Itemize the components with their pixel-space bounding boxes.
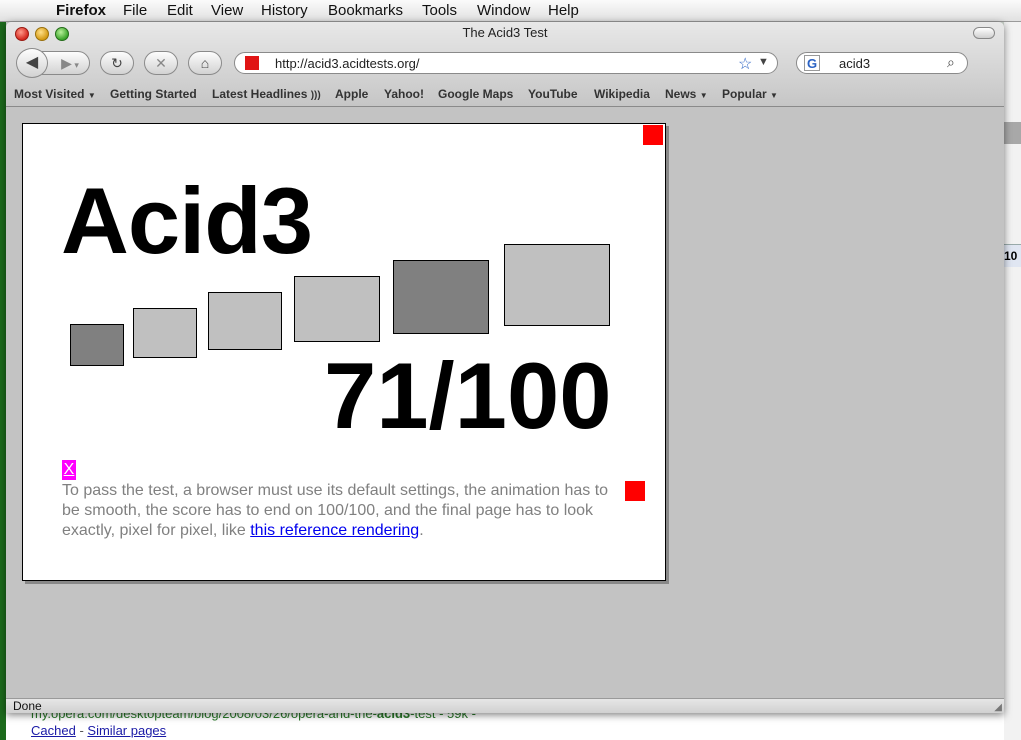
site-favicon-icon [245,56,259,70]
resize-grip-icon[interactable]: ◢ [994,702,1002,713]
chevron-down-icon: ▼ [87,91,96,100]
url-bar[interactable]: http://acid3.acidtests.org/ ☆ ▼ [234,52,778,74]
bookmark-google-maps[interactable]: Google Maps [438,87,513,101]
chevron-down-icon: ▼ [699,91,708,100]
x-link[interactable]: X [62,460,76,480]
bookmark-latest-headlines[interactable]: Latest Headlines ))) [212,87,321,101]
bookmark-most-visited-label: Most Visited [14,87,85,101]
bookmark-getting-started[interactable]: Getting Started [110,87,197,101]
bookmark-popular[interactable]: Popular ▼ [722,87,778,101]
back-icon: ◀ [25,54,39,71]
menu-view[interactable]: View [211,2,243,19]
link-separator: - [79,723,84,738]
window-title: The Acid3 Test [462,25,548,40]
page-content: Acid3 71/100 X To pass the test, a brows… [6,107,1004,698]
toolbar-toggle-button[interactable] [973,27,995,39]
bookmark-youtube[interactable]: YouTube [528,87,578,101]
reload-icon: ↻ [111,55,123,71]
instructions-text: To pass the test, a browser must use its… [62,481,622,541]
bucket-1 [70,324,124,366]
background-result-links: Cached - Similar pages [31,723,166,738]
bucket-3 [208,292,282,350]
forward-button[interactable]: ▶ ▾ [42,51,90,75]
reference-rendering-link[interactable]: this reference rendering [250,522,419,539]
bookmark-most-visited[interactable]: Most Visited ▼ [14,87,96,101]
bucket-5 [393,260,489,334]
search-icon[interactable]: ⌕ [947,54,955,71]
bucket-2 [133,308,197,358]
bookmarks-toolbar: Most Visited ▼ Getting Started Latest He… [6,83,1004,105]
cached-link[interactable]: Cached [31,723,76,738]
menu-window[interactable]: Window [477,2,530,19]
bucket-4 [294,276,380,342]
search-engine-icon[interactable]: G [804,55,820,71]
bookmark-news-label: News [665,87,697,101]
menu-file[interactable]: File [123,2,147,19]
browser-toolbar: The Acid3 Test ▶ ▾ ◀ ↻ ✕ ⌂ http://acid3.… [6,22,1004,107]
bookmark-news[interactable]: News ▼ [665,87,708,101]
similar-pages-link[interactable]: Similar pages [87,723,166,738]
instructions-period: . [419,522,424,539]
menu-history[interactable]: History [261,2,308,19]
rss-feed-icon: ))) [310,90,321,101]
bookmark-apple[interactable]: Apple [335,87,368,101]
reload-button[interactable]: ↻ [100,51,134,75]
search-bar[interactable]: G acid3 ⌕ [796,52,968,74]
red-marker-top-right [643,125,663,145]
back-button[interactable]: ◀ [16,48,48,78]
menu-firefox[interactable]: Firefox [56,2,106,19]
chevron-down-icon: ▼ [770,91,778,100]
mac-menubar: Firefox File Edit View History Bookmarks… [0,0,1021,22]
background-page-number: 10 [1004,244,1021,267]
bookmark-yahoo[interactable]: Yahoo! [384,87,424,101]
menu-bookmarks[interactable]: Bookmarks [328,2,403,19]
status-bar: Done ◢ [6,698,1004,713]
menu-edit[interactable]: Edit [167,2,193,19]
url-text[interactable]: http://acid3.acidtests.org/ [275,56,420,71]
browser-window: The Acid3 Test ▶ ▾ ◀ ↻ ✕ ⌂ http://acid3.… [6,22,1004,713]
background-page-stripe [1004,122,1021,144]
bookmark-wikipedia[interactable]: Wikipedia [594,87,650,101]
score-text: 71/100 [324,343,612,448]
acid3-test-box: Acid3 71/100 X To pass the test, a brows… [22,123,666,581]
bookmark-popular-label: Popular [722,87,767,101]
bookmark-star-icon[interactable]: ☆ [738,54,752,74]
forward-icon: ▶ [61,55,72,71]
bucket-6 [504,244,610,326]
red-marker-right [625,481,645,501]
home-icon: ⌂ [200,55,210,71]
stop-icon: ✕ [155,55,167,71]
menu-tools[interactable]: Tools [422,2,457,19]
search-input[interactable]: acid3 [839,56,870,71]
home-button[interactable]: ⌂ [188,51,222,75]
url-dropdown-icon[interactable]: ▼ [758,56,769,68]
menu-help[interactable]: Help [548,2,579,19]
bookmark-latest-headlines-label: Latest Headlines [212,87,308,101]
acid3-title: Acid3 [61,168,313,273]
history-dropdown-icon: ▾ [71,60,79,70]
status-text: Done [13,699,42,713]
stop-button[interactable]: ✕ [144,51,178,75]
